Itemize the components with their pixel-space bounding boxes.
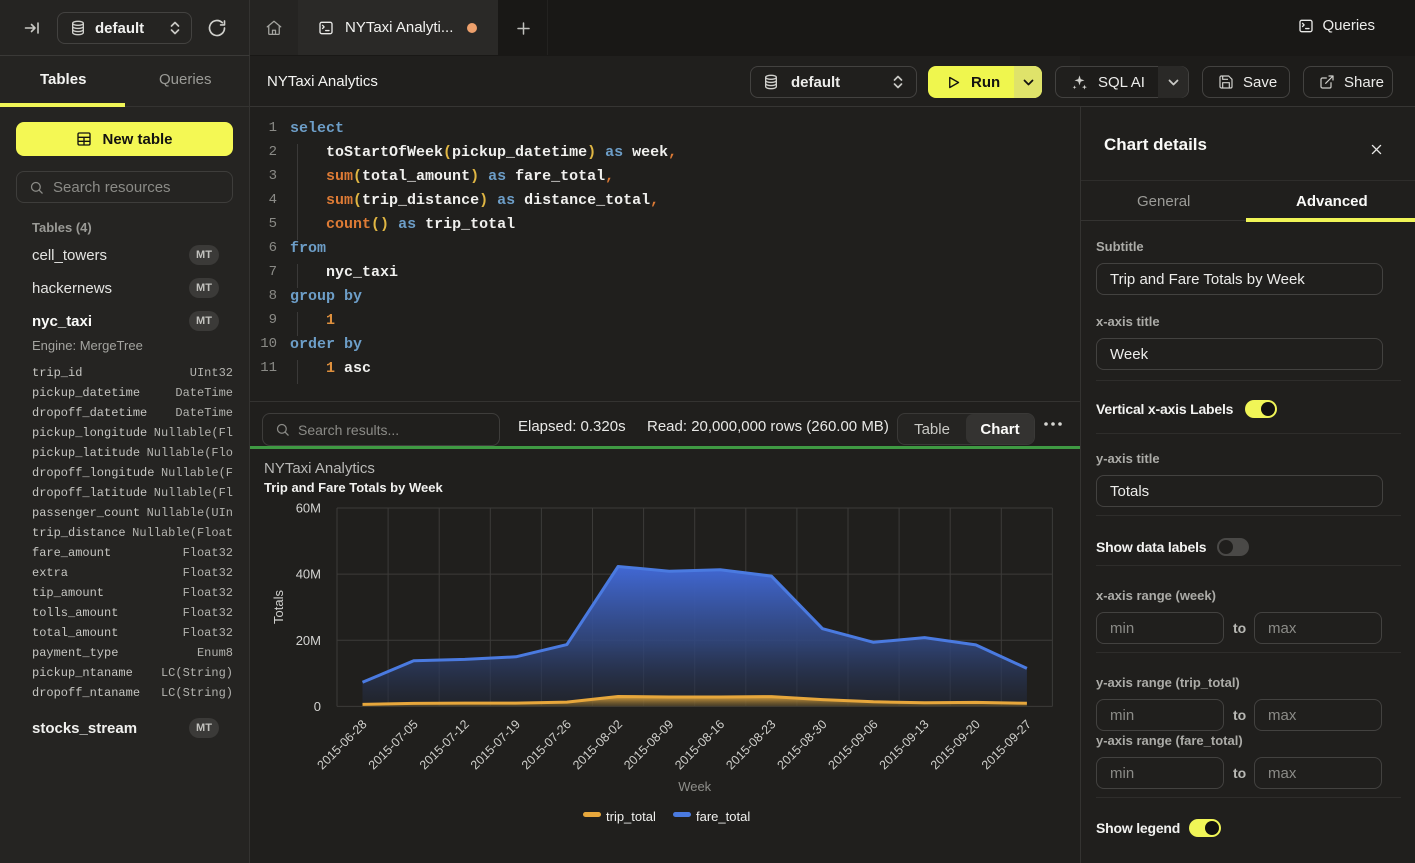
svg-text:2015-09-20: 2015-09-20: [928, 717, 983, 772]
svg-text:2015-08-09: 2015-08-09: [621, 717, 676, 772]
svg-text:2015-09-13: 2015-09-13: [877, 717, 932, 772]
svg-text:0: 0: [314, 699, 321, 714]
svg-text:2015-09-27: 2015-09-27: [979, 717, 1034, 772]
svg-text:20M: 20M: [296, 633, 321, 648]
svg-text:2015-08-30: 2015-08-30: [775, 717, 830, 772]
svg-text:60M: 60M: [296, 501, 321, 516]
svg-text:2015-07-26: 2015-07-26: [519, 717, 574, 772]
svg-text:2015-07-05: 2015-07-05: [366, 717, 421, 772]
svg-text:40M: 40M: [296, 567, 321, 582]
svg-text:2015-08-23: 2015-08-23: [723, 717, 778, 772]
svg-text:2015-06-28: 2015-06-28: [315, 717, 370, 772]
svg-text:NYTaxi Analytics: NYTaxi Analytics: [264, 460, 375, 477]
svg-text:Week: Week: [678, 779, 711, 794]
svg-text:Totals: Totals: [271, 590, 286, 624]
svg-text:2015-07-19: 2015-07-19: [468, 717, 523, 772]
svg-text:trip_total: trip_total: [606, 809, 656, 824]
svg-text:2015-07-12: 2015-07-12: [417, 717, 472, 772]
svg-text:2015-08-16: 2015-08-16: [672, 717, 727, 772]
svg-text:Trip and Fare Totals by Week: Trip and Fare Totals by Week: [264, 480, 443, 495]
svg-text:2015-09-06: 2015-09-06: [826, 717, 881, 772]
svg-text:fare_total: fare_total: [696, 809, 750, 824]
svg-text:2015-08-02: 2015-08-02: [570, 717, 625, 772]
